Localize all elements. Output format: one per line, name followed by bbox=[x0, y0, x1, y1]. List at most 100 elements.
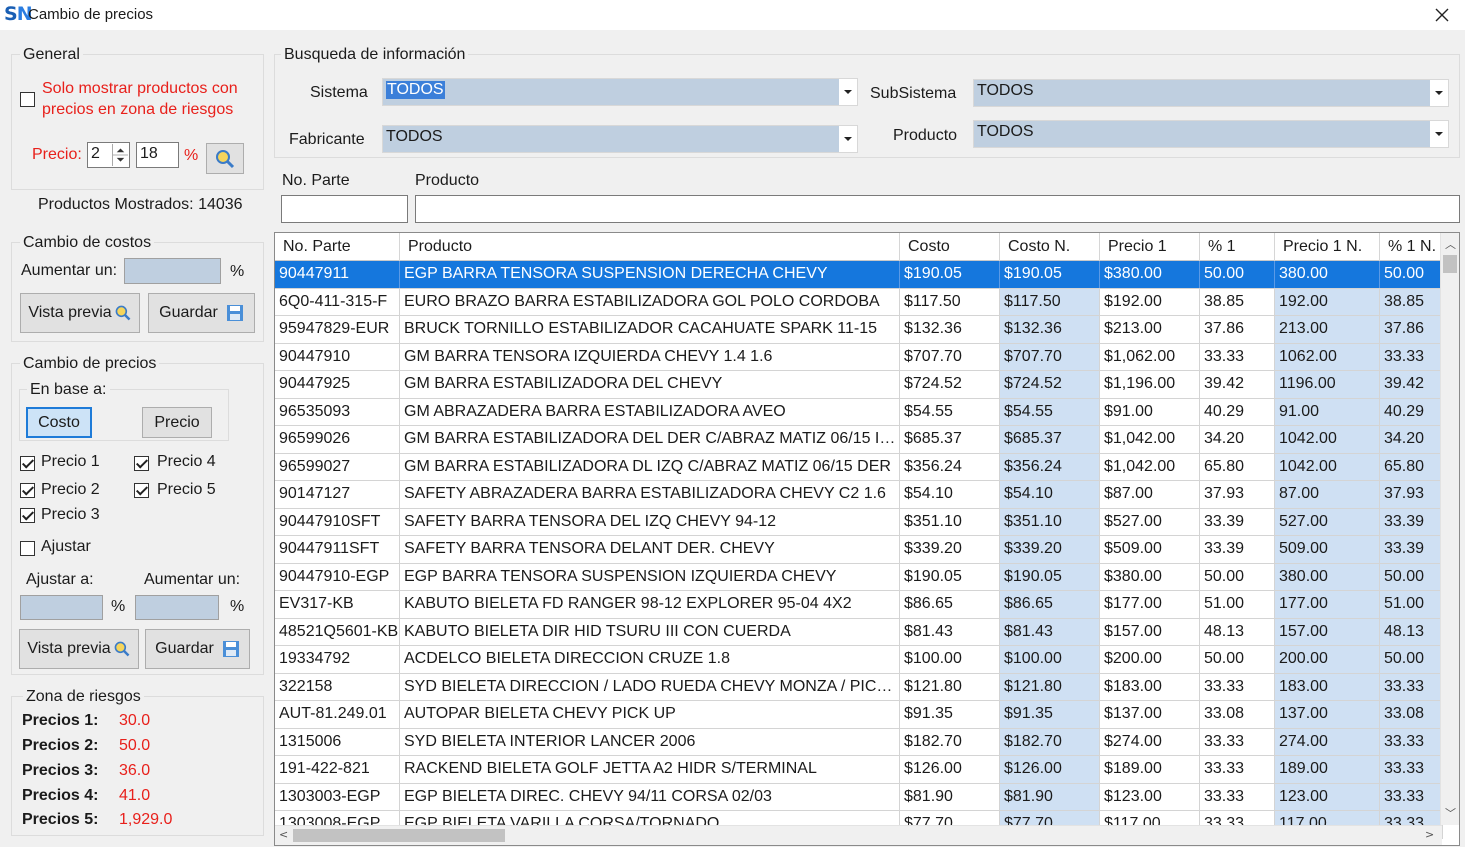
cell-costo: $91.35 bbox=[900, 701, 1000, 728]
base-costo-button[interactable]: Costo bbox=[26, 407, 92, 438]
table-row[interactable]: 96599026 GM BARRA ESTABILIZADORA DEL DER … bbox=[275, 426, 1443, 454]
precio2-checkbox[interactable] bbox=[20, 483, 35, 498]
cell-precio1-n: 91.00 bbox=[1275, 398, 1380, 425]
column-header-pct1-n[interactable]: % 1 N. bbox=[1380, 233, 1443, 261]
cell-pct1: 50.00 bbox=[1200, 646, 1275, 673]
table-row[interactable]: 96599027 GM BARRA ESTABILIZADORA DL IZQ C… bbox=[275, 453, 1443, 481]
chevron-down-icon[interactable] bbox=[1430, 121, 1448, 147]
producto-filter-label: Producto bbox=[415, 172, 480, 189]
base-precio-button[interactable]: Precio bbox=[142, 407, 212, 438]
title-bar: SN Cambio de precios bbox=[0, 0, 1465, 30]
scroll-up-icon[interactable]: ︿ bbox=[1445, 236, 1456, 252]
cell-pct1: 33.33 bbox=[1200, 343, 1275, 370]
precios-aumentar-input[interactable] bbox=[135, 595, 219, 620]
table-row[interactable]: 90447911 EGP BARRA TENSORA SUSPENSION DER… bbox=[275, 261, 1443, 289]
cell-precio1-n: 157.00 bbox=[1275, 618, 1380, 645]
ajustar-checkbox[interactable] bbox=[20, 541, 35, 556]
table-row[interactable]: 90447910 GM BARRA TENSORA IZQUIERDA CHEVY… bbox=[275, 343, 1443, 371]
cell-precio1-n: 137.00 bbox=[1275, 701, 1380, 728]
cell-pct1-n: 33.08 bbox=[1380, 701, 1443, 728]
precios-preview-button[interactable]: Vista previa bbox=[19, 629, 139, 669]
precios-aumentar-label: Aumentar un: bbox=[144, 571, 241, 588]
table-row[interactable]: 90447910-EGP EGP BARRA TENSORA SUSPENSION… bbox=[275, 563, 1443, 591]
producto-filter-input[interactable] bbox=[415, 195, 1460, 223]
costos-aumentar-input[interactable] bbox=[124, 258, 221, 284]
costos-save-button[interactable]: Guardar bbox=[148, 293, 255, 333]
cell-precio1-n: 200.00 bbox=[1275, 646, 1380, 673]
table-row[interactable]: 90447911SFT SAFETY BARRA TENSORA DELANT D… bbox=[275, 536, 1443, 564]
column-header-noparte[interactable]: No. Parte bbox=[275, 233, 400, 261]
vertical-scroll-thumb[interactable] bbox=[1443, 255, 1457, 273]
producto-combo[interactable]: TODOS bbox=[973, 120, 1449, 148]
table-row[interactable]: 19334792 ACDELCO BIELETA DIRECCION CRUZE … bbox=[275, 646, 1443, 674]
table-row[interactable]: 95947829-EUR BRUCK TORNILLO ESTABILIZADOR… bbox=[275, 316, 1443, 344]
ajustar-a-input[interactable] bbox=[20, 595, 103, 620]
cell-precio1-n: 1042.00 bbox=[1275, 426, 1380, 453]
noparte-filter-input[interactable] bbox=[281, 195, 408, 223]
products-grid[interactable]: No. Parte Producto Costo Costo N. Precio 1% … bbox=[274, 232, 1460, 846]
grid-header: No. Parte Producto Costo Costo N. Precio 1% … bbox=[275, 233, 1443, 261]
precios-save-button[interactable]: Guardar bbox=[145, 629, 250, 669]
cell-pct1: 38.85 bbox=[1200, 288, 1275, 315]
fabricante-combo[interactable]: TODOS bbox=[382, 125, 858, 153]
subsistema-combo[interactable]: TODOS bbox=[973, 79, 1449, 107]
table-row[interactable]: 90147127 SAFETY ABRAZADERA BARRA ESTABILI… bbox=[275, 481, 1443, 509]
precio5-checkbox[interactable] bbox=[134, 483, 149, 498]
cell-noparte: 48521Q5601-KB bbox=[275, 618, 400, 645]
cell-producto: SAFETY BARRA TENSORA DEL IZQ CHEVY 94-12 bbox=[400, 508, 900, 535]
horizontal-scrollbar[interactable]: < > bbox=[275, 825, 1442, 845]
floppy-disk-icon bbox=[226, 305, 243, 321]
close-button[interactable] bbox=[1419, 0, 1465, 30]
cell-noparte: 96599027 bbox=[275, 453, 400, 480]
column-header-costo[interactable]: Costo bbox=[900, 233, 1000, 261]
cell-noparte: 96599026 bbox=[275, 426, 400, 453]
scroll-left-icon[interactable]: < bbox=[279, 828, 288, 841]
cell-noparte: 90147127 bbox=[275, 481, 400, 508]
vertical-scrollbar[interactable]: ︿ ﹀ bbox=[1440, 233, 1459, 825]
column-header-pct1[interactable]: % 1 bbox=[1200, 233, 1275, 261]
sistema-combo[interactable]: TODOS bbox=[382, 78, 858, 106]
column-header-costo-n[interactable]: Costo N. bbox=[1000, 233, 1100, 261]
table-row[interactable]: 90447925 GM BARRA ESTABILIZADORA DEL CHEV… bbox=[275, 371, 1443, 399]
cell-costo: $121.80 bbox=[900, 673, 1000, 700]
horizontal-scroll-thumb[interactable] bbox=[293, 829, 505, 842]
cell-costo-n: $91.35 bbox=[1000, 701, 1100, 728]
cell-noparte: 6Q0-411-315-F bbox=[275, 288, 400, 315]
cell-producto: EGP BIELETA DIREC. CHEVY 94/11 CORSA 02/… bbox=[400, 783, 900, 810]
table-row[interactable]: 322158 SYD BIELETA DIRECCION / LADO RUEDA… bbox=[275, 673, 1443, 701]
chevron-down-icon[interactable] bbox=[1430, 80, 1448, 106]
base-title: En base a: bbox=[27, 381, 110, 399]
precio4-checkbox[interactable] bbox=[134, 456, 149, 471]
table-row[interactable]: 6Q0-411-315-F EURO BRAZO BARRA ESTABILIZA… bbox=[275, 288, 1443, 316]
chevron-down-icon[interactable] bbox=[839, 79, 857, 105]
table-row[interactable]: EV317-KB KABUTO BIELETA FD RANGER 98-12 E… bbox=[275, 591, 1443, 619]
cell-precio1-n: 87.00 bbox=[1275, 481, 1380, 508]
table-row[interactable]: 1315006 SYD BIELETA INTERIOR LANCER 2006 $… bbox=[275, 728, 1443, 756]
table-row[interactable]: 1303003-EGP EGP BIELETA DIREC. CHEVY 94/1… bbox=[275, 783, 1443, 811]
table-row[interactable]: AUT-81.249.01 AUTOPAR BIELETA CHEVY PICK … bbox=[275, 701, 1443, 729]
costos-preview-button[interactable]: Vista previa bbox=[20, 293, 140, 333]
scroll-right-icon[interactable]: > bbox=[1425, 828, 1434, 841]
cell-producto: SYD BIELETA DIRECCION / LADO RUEDA CHEVY… bbox=[400, 673, 900, 700]
chevron-down-icon[interactable] bbox=[839, 126, 857, 152]
cell-pct1-n: 33.33 bbox=[1380, 783, 1443, 810]
table-row[interactable]: 96535093 GM ABRAZADERA BARRA ESTABILIZADO… bbox=[275, 398, 1443, 426]
stepper-arrows[interactable] bbox=[112, 144, 128, 166]
cell-costo: $190.05 bbox=[900, 563, 1000, 590]
column-header-precio1[interactable]: Precio 1 bbox=[1100, 233, 1200, 261]
table-row[interactable]: 191-422-821 RACKEND BIELETA GOLF JETTA A2… bbox=[275, 756, 1443, 784]
table-row[interactable]: 48521Q5601-KB KABUTO BIELETA DIR HID TSUR… bbox=[275, 618, 1443, 646]
precio1-checkbox[interactable] bbox=[20, 456, 35, 471]
precio3-checkbox[interactable] bbox=[20, 508, 35, 523]
scroll-down-icon[interactable]: ﹀ bbox=[1445, 805, 1456, 821]
price-stepper[interactable]: 2 bbox=[87, 142, 130, 168]
column-header-precio1-n[interactable]: Precio 1 N. bbox=[1275, 233, 1380, 261]
cell-precio1-n: 177.00 bbox=[1275, 591, 1380, 618]
table-row[interactable]: 90447910SFT SAFETY BARRA TENSORA DEL IZQ … bbox=[275, 508, 1443, 536]
search-button[interactable] bbox=[206, 143, 244, 174]
precio2-label: Precio 2 bbox=[41, 481, 100, 498]
cell-pct1: 33.33 bbox=[1200, 756, 1275, 783]
risk-zone-checkbox[interactable] bbox=[20, 92, 35, 107]
column-header-producto[interactable]: Producto bbox=[400, 233, 900, 261]
percent-input[interactable]: 18 bbox=[136, 142, 179, 168]
